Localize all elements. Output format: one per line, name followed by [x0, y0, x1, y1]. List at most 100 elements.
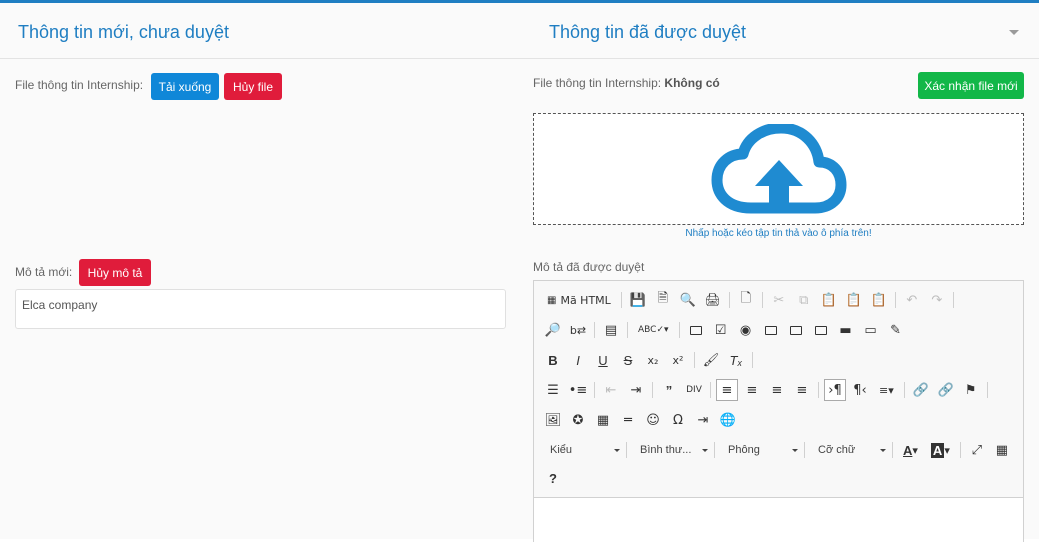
- select-field-icon[interactable]: [810, 319, 832, 341]
- text-field-box: [764, 325, 777, 335]
- toolbar-row-7: ?: [542, 466, 567, 490]
- horizontal-line-icon[interactable]: ═: [617, 409, 639, 431]
- button-field-icon[interactable]: ▬: [835, 319, 857, 341]
- chevron-down-icon: [792, 448, 798, 452]
- templates-icon[interactable]: 🗋: [735, 289, 757, 311]
- size-combo-label: Cỡ chữ: [818, 444, 856, 456]
- bg-color-icon[interactable]: A ▾: [926, 439, 955, 461]
- toolbar-separator: [594, 382, 595, 398]
- file-dropzone[interactable]: [533, 113, 1024, 225]
- align-left-icon[interactable]: ≡: [716, 379, 738, 401]
- language-icon[interactable]: ≡▾: [874, 379, 899, 401]
- form-icon[interactable]: [685, 319, 707, 341]
- editor-content-area[interactable]: [534, 497, 1023, 547]
- paste-icon[interactable]: 📋: [818, 289, 840, 311]
- select-field-box: [814, 325, 827, 335]
- cut-icon[interactable]: ✂: [768, 289, 790, 311]
- iframe-icon[interactable]: 🌐: [717, 409, 739, 431]
- hidden-field-icon[interactable]: ✎: [885, 319, 907, 341]
- smiley-icon[interactable]: ☺: [642, 409, 664, 431]
- toolbar-separator: [952, 292, 954, 308]
- save-icon[interactable]: 💾: [627, 289, 649, 311]
- size-combo[interactable]: Cỡ chữ: [810, 439, 890, 461]
- toolbar-separator: [903, 382, 905, 398]
- format-combo[interactable]: Bình thư...: [632, 439, 712, 461]
- image-icon[interactable]: 🖼: [542, 409, 564, 431]
- new-info-title: Thông tin mới, chưa duyệt: [18, 22, 229, 42]
- style-combo[interactable]: Kiểu: [542, 439, 624, 461]
- rich-text-editor: ▦ Mã HTML 💾 🗎 🔍 🖨 🗋 ✂ ⧉ 📋 📋 📋 ↶ ↷ 🔎 b⇄ ▤…: [533, 280, 1024, 547]
- new-desc-field[interactable]: Elca company: [15, 289, 506, 329]
- toolbar-separator: [694, 352, 695, 368]
- radio-icon[interactable]: ◉: [735, 319, 757, 341]
- show-blocks-icon[interactable]: ▦: [991, 439, 1013, 461]
- source-button[interactable]: ▦ Mã HTML: [542, 289, 616, 311]
- indent-icon[interactable]: ⇥: [625, 379, 647, 401]
- cancel-file-button[interactable]: Hủy file: [224, 73, 282, 100]
- cloud-upload-icon: [711, 124, 847, 214]
- checkbox-icon[interactable]: ☑: [710, 319, 732, 341]
- rtl-icon[interactable]: ¶‹: [849, 379, 871, 401]
- paste-word-icon[interactable]: 📋: [868, 289, 890, 311]
- numbered-list-icon[interactable]: ☰: [542, 379, 564, 401]
- cancel-desc-button[interactable]: Hủy mô tả: [79, 259, 151, 286]
- panel-header: Thông tin mới, chưa duyệt Thông tin đã đ…: [0, 6, 1039, 59]
- print-icon[interactable]: 🖨: [702, 289, 724, 311]
- toolbar-separator: [752, 352, 753, 368]
- align-right-icon[interactable]: ≡: [766, 379, 788, 401]
- toolbar-separator: [714, 442, 715, 458]
- new-file-label: File thông tin Internship:: [15, 78, 144, 92]
- justify-icon[interactable]: ≡: [791, 379, 813, 401]
- toolbar-separator: [959, 442, 961, 458]
- spellcheck-icon[interactable]: ABC✓▾: [633, 319, 674, 341]
- toolbar-row-5: 🖼 ✪ ▦ ═ ☺ Ω ⇥ 🌐: [542, 408, 742, 432]
- page-break-icon[interactable]: ⇥: [692, 409, 714, 431]
- confirm-new-file-button[interactable]: Xác nhận file mới: [918, 72, 1024, 99]
- table-icon[interactable]: ▦: [592, 409, 614, 431]
- textarea-icon[interactable]: [785, 319, 807, 341]
- strikethrough-icon[interactable]: S: [617, 349, 639, 371]
- undo-icon[interactable]: ↶: [901, 289, 923, 311]
- copy-icon[interactable]: ⧉: [793, 289, 815, 311]
- image-button-icon[interactable]: ▭: [860, 319, 882, 341]
- unlink-icon[interactable]: 🔗: [935, 379, 957, 401]
- find-icon[interactable]: 🔎: [542, 319, 564, 341]
- toolbar-separator: [594, 322, 595, 338]
- preview-icon[interactable]: 🔍: [677, 289, 699, 311]
- replace-icon[interactable]: b⇄: [567, 319, 589, 341]
- subscript-icon[interactable]: x₂: [642, 349, 664, 371]
- toolbar-separator: [728, 292, 730, 308]
- copy-format-icon[interactable]: 🖌: [700, 349, 722, 371]
- remove-format-icon[interactable]: Tₓ: [725, 349, 747, 371]
- superscript-icon[interactable]: x²: [667, 349, 689, 371]
- text-field-icon[interactable]: [760, 319, 782, 341]
- toolbar-separator: [761, 292, 763, 308]
- ltr-icon[interactable]: ›¶: [824, 379, 846, 401]
- div-container-icon[interactable]: DIV: [683, 379, 705, 401]
- anchor-flag-icon[interactable]: ⚑: [960, 379, 982, 401]
- help-icon[interactable]: ?: [542, 467, 564, 489]
- source-icon: ▦: [547, 294, 557, 306]
- download-button[interactable]: Tải xuống: [151, 73, 219, 100]
- bulleted-list-icon[interactable]: •≡: [567, 379, 589, 401]
- paste-text-icon[interactable]: 📋: [843, 289, 865, 311]
- maximize-icon[interactable]: ⤢: [966, 439, 988, 461]
- new-page-icon[interactable]: 🗎: [652, 289, 674, 311]
- approved-desc-label: Mô tả đã được duyệt: [533, 260, 645, 274]
- text-color-icon[interactable]: A ▾: [898, 439, 923, 461]
- collapse-chevron-icon[interactable]: [1009, 30, 1019, 35]
- align-center-icon[interactable]: ≡: [741, 379, 763, 401]
- select-all-icon[interactable]: ▤: [600, 319, 622, 341]
- redo-icon[interactable]: ↷: [926, 289, 948, 311]
- link-icon[interactable]: 🔗: [910, 379, 932, 401]
- underline-icon[interactable]: U: [592, 349, 614, 371]
- outdent-icon[interactable]: ⇤: [600, 379, 622, 401]
- italic-icon[interactable]: I: [567, 349, 589, 371]
- bold-icon[interactable]: B: [542, 349, 564, 371]
- font-combo[interactable]: Phông: [720, 439, 802, 461]
- flash-icon[interactable]: ✪: [567, 409, 589, 431]
- toolbar-separator: [986, 382, 988, 398]
- special-char-icon[interactable]: Ω: [667, 409, 689, 431]
- style-combo-label: Kiểu: [550, 444, 573, 456]
- blockquote-icon[interactable]: ”: [658, 379, 680, 401]
